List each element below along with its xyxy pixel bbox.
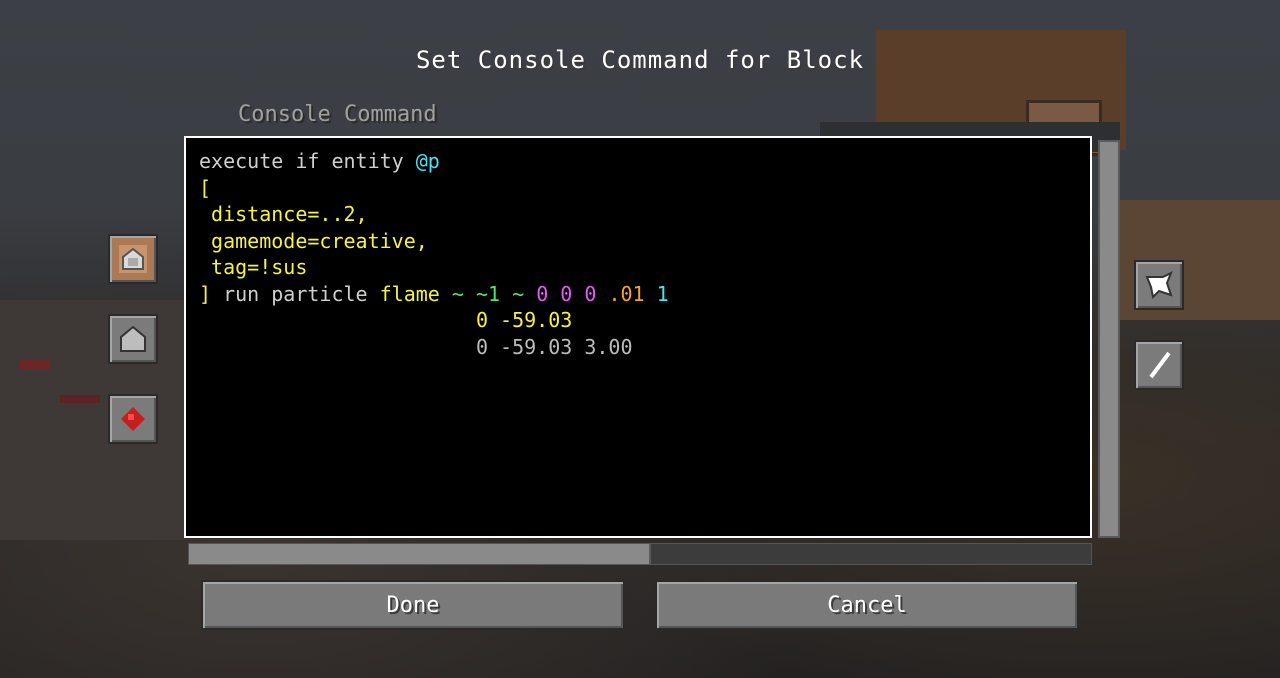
conditional-arrow-icon xyxy=(1145,270,1173,300)
command-token: @p xyxy=(415,149,440,173)
redstone-mode-button[interactable] xyxy=(108,394,158,444)
cancel-button[interactable]: Cancel xyxy=(655,580,1079,630)
horizontal-scrollbar-thumb[interactable] xyxy=(189,544,651,564)
console-command-label: Console Command xyxy=(238,102,437,127)
background-redstone xyxy=(60,395,100,403)
conditional-button[interactable] xyxy=(1134,260,1184,310)
command-token: 0 0 0 xyxy=(536,281,609,306)
command-token: [ xyxy=(199,175,212,200)
command-token: flame xyxy=(379,281,452,306)
command-token: ] xyxy=(199,281,224,306)
command-line: 0 -59.03 xyxy=(199,307,1090,334)
background-redstone xyxy=(20,360,50,370)
redstone-icon xyxy=(121,407,145,431)
command-line: tag=!sus xyxy=(199,254,1090,281)
horizontal-scrollbar[interactable] xyxy=(188,543,1092,565)
command-token: gamemode=creative, xyxy=(199,228,428,253)
command-token xyxy=(199,308,476,332)
impulse-mode-button[interactable] xyxy=(108,234,158,284)
vertical-scrollbar[interactable] xyxy=(1098,140,1120,538)
chain-block-icon xyxy=(120,325,146,352)
command-line: execute if entity @p xyxy=(199,148,1090,175)
command-line: ] run particle flame ~ ~1 ~ 0 0 0 .01 1 xyxy=(199,281,1090,308)
command-line: distance=..2, xyxy=(199,201,1090,228)
command-token: run particle xyxy=(223,281,380,306)
command-token: 1 xyxy=(656,281,669,306)
command-token xyxy=(199,335,476,359)
track-output-icon xyxy=(1149,351,1171,379)
command-token: ~ ~1 ~ xyxy=(451,281,537,306)
console-command-editor[interactable]: execute if entity @p[ distance=..2, game… xyxy=(184,136,1092,538)
command-line: 0 -59.03 3.00 xyxy=(199,334,1090,361)
command-token: distance=..2, xyxy=(199,202,368,226)
track-output-button[interactable] xyxy=(1134,340,1184,390)
command-token: 0 -59.03 3.00 xyxy=(475,334,633,359)
command-line: gamemode=creative, xyxy=(199,228,1090,255)
command-token: execute if entity xyxy=(199,149,416,173)
command-line: [ xyxy=(199,175,1090,202)
command-token: .01 xyxy=(608,281,657,306)
impulse-block-icon xyxy=(119,245,147,273)
dialog-title: Set Console Command for Block xyxy=(415,46,865,74)
chain-mode-button[interactable] xyxy=(108,314,158,364)
command-token: 0 -59.03 xyxy=(475,308,573,332)
command-token: tag=!sus xyxy=(199,255,308,279)
done-button[interactable]: Done xyxy=(201,580,625,630)
